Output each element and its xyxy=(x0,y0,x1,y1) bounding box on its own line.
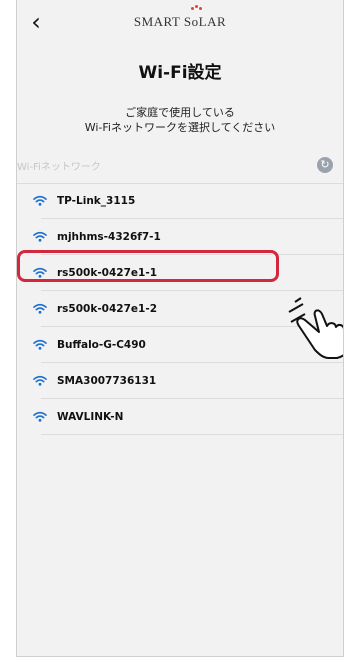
page-description: ご家庭で使用している Wi-Fiネットワークを選択してください xyxy=(84,106,276,134)
page-title: Wi-Fi設定 xyxy=(138,63,222,83)
wifi-icon xyxy=(33,411,47,422)
navigation-bar: ‹ SMART SoLAR xyxy=(17,0,343,48)
wifi-icon xyxy=(33,339,47,350)
network-name: rs500k-0427e1-2 xyxy=(57,303,158,315)
network-item[interactable]: WAVLINK-N xyxy=(17,399,343,435)
network-name: SMA3007736131 xyxy=(57,375,157,387)
network-item[interactable]: TP-Link_3115 xyxy=(17,183,343,219)
network-name: mjhhms-4326f7-1 xyxy=(57,231,161,243)
wifi-icon xyxy=(33,231,47,242)
section-label: Wi-Fiネットワーク xyxy=(17,162,101,173)
wifi-icon xyxy=(33,303,47,314)
refresh-icon[interactable]: ↻ xyxy=(317,157,333,173)
network-name: TP-Link_3115 xyxy=(57,195,136,207)
network-item[interactable]: rs500k-0427e1-1 xyxy=(17,255,343,291)
wifi-icon xyxy=(33,195,47,206)
network-item[interactable]: mjhhms-4326f7-1 xyxy=(17,219,343,255)
wifi-icon xyxy=(33,267,47,278)
wifi-icon xyxy=(33,375,47,386)
network-name: rs500k-0427e1-1 xyxy=(57,267,158,279)
network-name: Buffalo-G-C490 xyxy=(57,339,146,351)
network-name: WAVLINK-N xyxy=(57,411,124,423)
network-item[interactable]: SMA3007736131 xyxy=(17,363,343,399)
phone-screen: ‹ SMART SoLAR Wi-Fi設定 ご家庭で使用している Wi-Fiネッ… xyxy=(16,0,344,657)
tap-hand-icon xyxy=(288,297,343,359)
network-section-header: Wi-Fiネットワーク ↻ xyxy=(17,147,343,183)
app-logo: SMART SoLAR xyxy=(17,5,343,30)
